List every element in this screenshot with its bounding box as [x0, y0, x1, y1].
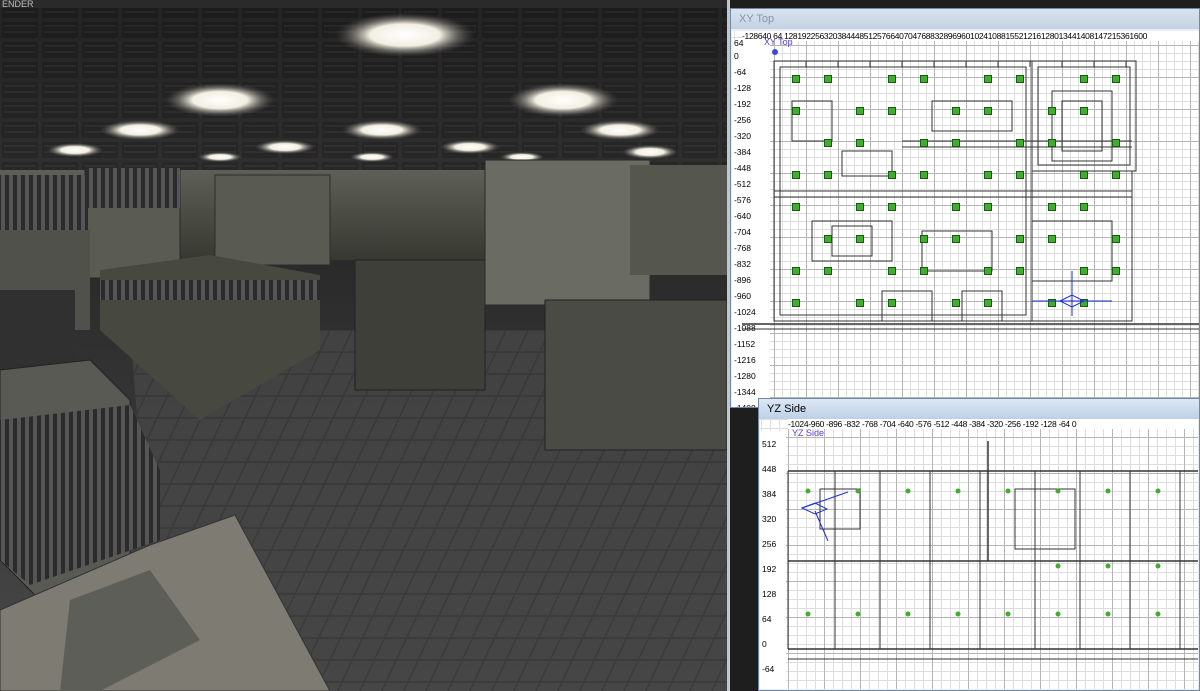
light-entity-icon[interactable]	[1016, 75, 1024, 83]
light-entity-icon[interactable]	[1105, 488, 1111, 494]
brush	[931, 100, 1013, 132]
light-entity-icon[interactable]	[1155, 563, 1161, 569]
light-entity-icon[interactable]	[1055, 611, 1061, 617]
light-entity-icon[interactable]	[920, 75, 928, 83]
light-entity-icon[interactable]	[792, 75, 800, 83]
light-entity-icon[interactable]	[984, 267, 992, 275]
yz-side-brushes	[787, 441, 1198, 660]
light-entity-icon[interactable]	[1112, 235, 1120, 243]
light-entity-icon[interactable]	[955, 611, 961, 617]
light-entity-icon[interactable]	[952, 235, 960, 243]
light-entity-icon[interactable]	[888, 171, 896, 179]
light-entity-icon[interactable]	[952, 203, 960, 211]
light-entity-icon[interactable]	[824, 139, 832, 147]
light-entity-icon[interactable]	[1155, 488, 1161, 494]
light-entity-icon[interactable]	[1016, 139, 1024, 147]
light-entity-icon[interactable]	[1016, 171, 1024, 179]
light-entity-icon[interactable]	[1048, 235, 1056, 243]
camera-icon[interactable]	[800, 502, 829, 515]
light-entity-icon[interactable]	[792, 171, 800, 179]
brush	[1014, 488, 1076, 550]
light-entity-icon[interactable]	[1155, 611, 1161, 617]
light-entity-icon[interactable]	[824, 267, 832, 275]
light-entity-icon[interactable]	[792, 299, 800, 307]
brush	[1031, 170, 1133, 322]
light-entity-icon[interactable]	[888, 75, 896, 83]
brush	[841, 150, 893, 177]
light-entity-icon[interactable]	[952, 299, 960, 307]
light-entity-icon[interactable]	[1048, 107, 1056, 115]
xy-top-brushes	[742, 60, 1199, 330]
xy-top-window-title: XY Top	[731, 9, 1199, 29]
light-entity-icon[interactable]	[1016, 235, 1024, 243]
light-entity-icon[interactable]	[824, 235, 832, 243]
light-entity-icon[interactable]	[984, 171, 992, 179]
light-entity-icon[interactable]	[1005, 488, 1011, 494]
light-entity-icon[interactable]	[955, 488, 961, 494]
light-entity-icon[interactable]	[952, 139, 960, 147]
light-entity-icon[interactable]	[888, 267, 896, 275]
light-entity-icon[interactable]	[1080, 107, 1088, 115]
render-scene	[0, 8, 727, 691]
light-entity-icon[interactable]	[855, 611, 861, 617]
light-entity-icon[interactable]	[792, 107, 800, 115]
yz-side-window-title: YZ Side	[759, 399, 1199, 419]
light-entity-icon[interactable]	[855, 488, 861, 494]
light-entity-icon[interactable]	[920, 235, 928, 243]
light-entity-icon[interactable]	[856, 299, 864, 307]
light-entity-icon[interactable]	[792, 267, 800, 275]
brush	[831, 225, 873, 257]
light-entity-icon[interactable]	[1055, 488, 1061, 494]
light-entity-icon[interactable]	[1005, 611, 1011, 617]
light-entity-icon[interactable]	[920, 171, 928, 179]
light-entity-icon[interactable]	[805, 611, 811, 617]
light-entity-icon[interactable]	[856, 235, 864, 243]
light-entity-icon[interactable]	[1016, 267, 1024, 275]
light-entity-icon[interactable]	[856, 107, 864, 115]
light-entity-icon[interactable]	[856, 139, 864, 147]
light-entity-icon[interactable]	[984, 299, 992, 307]
light-entity-icon[interactable]	[984, 107, 992, 115]
light-entity-icon[interactable]	[1112, 171, 1120, 179]
xy-top-grid[interactable]: -128640 64 12819225632038444851257664070…	[732, 31, 1199, 407]
light-entity-icon[interactable]	[1105, 611, 1111, 617]
light-entity-icon[interactable]	[920, 267, 928, 275]
light-entity-icon[interactable]	[1112, 267, 1120, 275]
light-entity-icon[interactable]	[888, 299, 896, 307]
light-entity-icon[interactable]	[1048, 203, 1056, 211]
light-entity-icon[interactable]	[905, 611, 911, 617]
yz-side-grid[interactable]: -1024-960 -896 -832 -768 -704 -640 -576 …	[760, 419, 1198, 689]
light-entity-icon[interactable]	[984, 75, 992, 83]
light-entity-icon[interactable]	[1105, 563, 1111, 569]
light-entity-icon[interactable]	[888, 203, 896, 211]
light-entity-icon[interactable]	[792, 203, 800, 211]
light-entity-icon[interactable]	[856, 203, 864, 211]
light-entity-icon[interactable]	[1080, 203, 1088, 211]
light-entity-icon[interactable]	[824, 171, 832, 179]
yz-side-window[interactable]: YZ Side -1024-960 -896 -832 -768 -704 -6…	[758, 398, 1200, 691]
light-entity-icon[interactable]	[1112, 139, 1120, 147]
light-entity-icon[interactable]	[1048, 139, 1056, 147]
light-entity-icon[interactable]	[1080, 75, 1088, 83]
light-entity-icon[interactable]	[1080, 267, 1088, 275]
light-entity-icon[interactable]	[920, 139, 928, 147]
light-entity-icon[interactable]	[824, 75, 832, 83]
light-entity-icon[interactable]	[805, 488, 811, 494]
camera-icon	[814, 510, 829, 542]
light-entity-icon[interactable]	[905, 488, 911, 494]
brush	[961, 290, 1003, 322]
render-window-title: ENDER	[0, 0, 727, 9]
light-entity-icon[interactable]	[1055, 563, 1061, 569]
light-entity-icon[interactable]	[952, 107, 960, 115]
render-viewport[interactable]: ENDER	[0, 0, 727, 691]
xy-top-window[interactable]: XY Top -128640 64 1281922563203844485125…	[730, 8, 1200, 408]
light-entity-icon[interactable]	[1112, 75, 1120, 83]
light-entity-icon[interactable]	[888, 107, 896, 115]
light-entity-icon[interactable]	[1080, 171, 1088, 179]
light-entity-icon[interactable]	[984, 203, 992, 211]
